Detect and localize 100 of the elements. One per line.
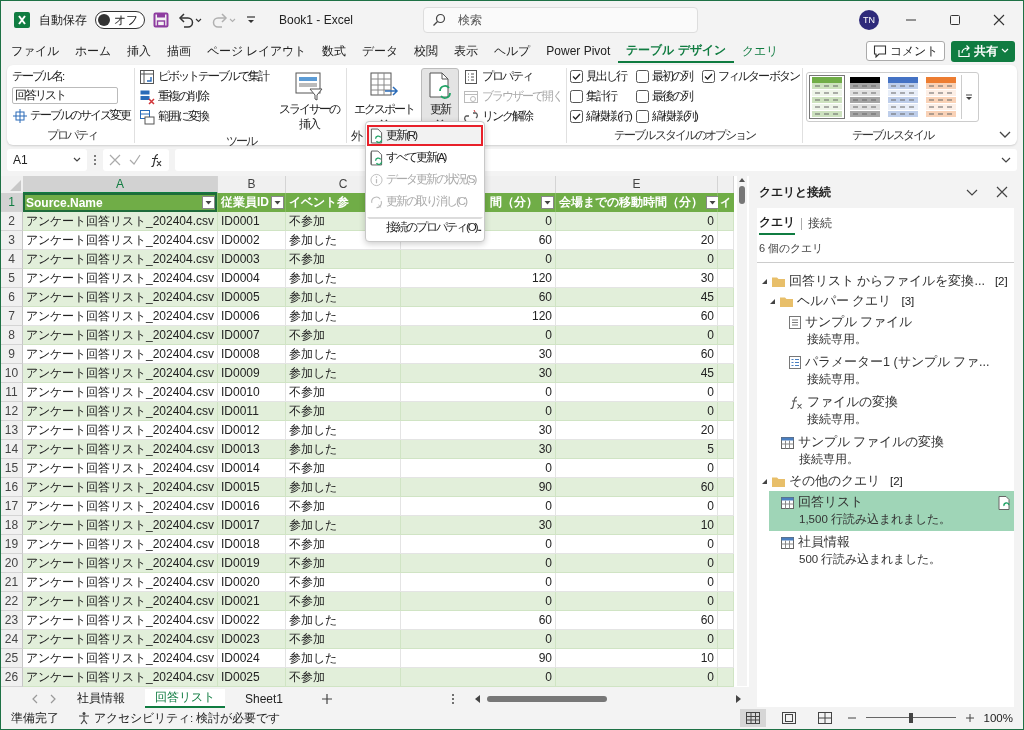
table-cell: ID0009 [218,364,286,383]
table-cell: 0 [556,402,718,421]
table-cell: 0 [556,554,718,573]
table-cell: 不参加 [286,250,401,269]
table-cell: アンケート回答リスト_202404.csv [23,440,218,459]
header-text: イ [720,195,731,210]
query-group-count: [2] [994,275,1008,287]
table-cell: 60 [556,478,718,497]
table-cell: ID0003 [218,250,286,269]
table-cell: 0 [556,212,718,231]
query-status: 接続専用。 [806,332,868,347]
query-name: 社員情報 [798,534,850,551]
query-name: サンプル ファイル [805,314,913,331]
table-cell: 30 [401,516,556,535]
table-cell: 30 [401,440,556,459]
table-cell: アンケート回答リスト_202404.csv [23,478,218,497]
table-cell: アンケート回答リスト_202404.csv [23,592,218,611]
table-cell: 0 [401,554,556,573]
table-cell: 不参加 [286,592,401,611]
field-label: テーブル名: [12,69,65,84]
table-cell: ID0011 [218,402,286,421]
group-label: テーブル スタイル [850,128,935,143]
table-cell: ID0015 [218,478,286,497]
query-group-label: 回答リスト からファイルを変換... [789,272,985,290]
table-cell: 0 [556,630,718,649]
table-cell: ID0013 [218,440,286,459]
header-text: 会場までの移動時間（分） [559,194,703,211]
query-name: 回答リスト [798,494,863,511]
query-group-count: [2] [890,475,903,487]
table-cell: 90 [401,478,556,497]
query-name: サンプル ファイルの変換 [798,434,945,451]
table-cell: 5 [556,440,718,459]
group-label: ツール [224,134,257,149]
query-status: 接続専用。 [806,372,868,387]
query-group-count: [3] [901,295,915,307]
query-status: 1,500 行読み込まれました。 [798,512,952,527]
table-cell: ID0017 [218,516,286,535]
table-cell: 参加した [286,440,401,459]
table-cell: ID0023 [218,630,286,649]
status-text: 準備完了 [11,710,59,726]
table-cell: 60 [401,288,556,307]
query-count: 6 個のクエリ [757,235,1014,263]
table-cell: アンケート回答リスト_202404.csv [23,554,218,573]
group-label: 外 [350,129,361,144]
table-cell: 45 [556,288,718,307]
table-cell: アンケート回答リスト_202404.csv [23,516,218,535]
table-cell: ID0021 [218,592,286,611]
table-cell: アンケート回答リスト_202404.csv [23,402,218,421]
table-cell: アンケート回答リスト_202404.csv [23,288,218,307]
table-cell: 不参加 [286,554,401,573]
query-status: 接続専用。 [806,412,868,427]
table-cell: 45 [556,364,718,383]
table-cell: アンケート回答リスト_202404.csv [23,212,218,231]
header-text: 間（分） [490,194,538,211]
header-text: 従業員ID [221,194,269,211]
zoom-level: 100% [983,712,1013,724]
table-cell: 0 [401,250,556,269]
table-cell: 参加した [286,364,401,383]
group-label: プロパティ [45,128,98,143]
window-title: Book1 - Excel [279,13,354,27]
table-cell: ID0007 [218,326,286,345]
table-cell: 不参加 [286,630,401,649]
cell-reference: A1 [13,153,28,167]
table-cell: 不参加 [286,326,401,345]
query-name: パラメーター1 (サンプル ファ... [805,354,990,371]
query-group-label: ヘルパー クエリ [797,292,892,310]
table-cell: 0 [556,326,718,345]
autosave-label: 自動保存 [39,11,87,29]
table-cell: 10 [556,516,718,535]
table-cell: 不参加 [286,668,401,687]
table-cell: ID0001 [218,212,286,231]
table-cell: アンケート回答リスト_202404.csv [23,668,218,687]
table-cell: アンケート回答リスト_202404.csv [23,250,218,269]
table-cell: 0 [401,592,556,611]
query-status: 接続専用。 [798,452,860,467]
query-status: 500 行読み込まれました。 [798,552,943,567]
header-text: イベント参 [289,194,349,211]
pane-title: クエリと接続 [759,183,831,201]
table-cell: 参加した [286,516,401,535]
table-cell: 不参加 [286,402,401,421]
table-cell: 30 [401,364,556,383]
table-cell: ID0005 [218,288,286,307]
table-cell: 0 [401,630,556,649]
table-cell: アンケート回答リスト_202404.csv [23,364,218,383]
table-cell: 0 [401,668,556,687]
table-cell: アンケート回答リスト_202404.csv [23,630,218,649]
table-cell: ID0025 [218,668,286,687]
table-cell: 0 [401,402,556,421]
table-cell: 0 [401,326,556,345]
table-cell: 参加した [286,288,401,307]
group-label: テーブル スタイルのオプション [612,128,757,143]
query-group-label: その他のクエリ [789,472,880,490]
table-cell: 0 [556,250,718,269]
header-text: Source.Name [26,195,103,210]
table-cell: ID0019 [218,554,286,573]
query-name: ファイルの変換 [807,394,898,411]
table-cell: 参加した [286,478,401,497]
table-cell: 0 [556,668,718,687]
table-cell: アンケート回答リスト_202404.csv [23,326,218,345]
table-cell: 0 [556,592,718,611]
